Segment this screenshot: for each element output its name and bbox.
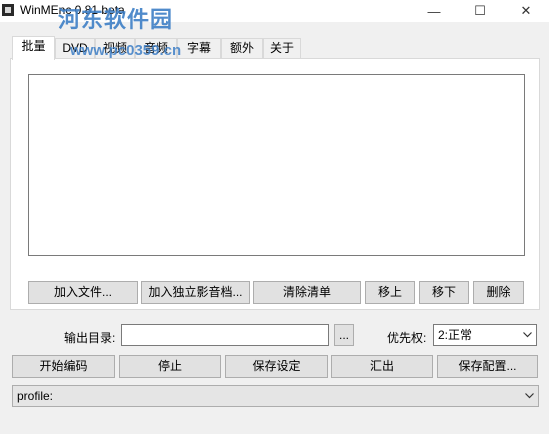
- watermark-logo: 河东软件园: [58, 7, 174, 32]
- output-dir-input[interactable]: [121, 324, 329, 346]
- start-encoding-button[interactable]: 开始编码: [12, 355, 115, 378]
- clear-list-button[interactable]: 清除清单: [253, 281, 361, 304]
- batch-file-list[interactable]: [28, 74, 525, 256]
- save-settings-button[interactable]: 保存设定: [225, 355, 328, 378]
- minimize-icon: —: [427, 3, 441, 19]
- chevron-down-icon: [522, 325, 532, 345]
- chevron-down-icon: [524, 386, 534, 406]
- watermark-url: www.pc0359.cn: [70, 42, 182, 59]
- tab-extra[interactable]: 额外: [221, 38, 263, 58]
- add-file-button[interactable]: 加入文件...: [28, 281, 138, 304]
- move-up-button[interactable]: 移上: [365, 281, 415, 304]
- export-button[interactable]: 汇出: [331, 355, 433, 378]
- priority-value: 2:正常: [438, 328, 473, 342]
- maximize-button[interactable]: ☐: [457, 0, 503, 22]
- delete-button[interactable]: 删除: [473, 281, 524, 304]
- app-icon[interactable]: [2, 4, 14, 16]
- save-config-button[interactable]: 保存配置...: [437, 355, 538, 378]
- priority-select[interactable]: 2:正常: [433, 324, 537, 346]
- tab-subtitle[interactable]: 字幕: [177, 38, 221, 58]
- minimize-button[interactable]: —: [411, 0, 457, 22]
- browse-output-button[interactable]: ...: [334, 324, 354, 346]
- close-button[interactable]: ✕: [503, 0, 549, 22]
- priority-label: 优先权:: [387, 331, 427, 345]
- output-dir-label: 输出目录:: [64, 331, 116, 345]
- profile-value: profile:: [17, 389, 54, 403]
- add-standalone-media-button[interactable]: 加入独立影音档...: [141, 281, 250, 304]
- profile-select[interactable]: profile:: [12, 385, 539, 407]
- maximize-icon: ☐: [474, 3, 486, 18]
- tab-about[interactable]: 关于: [263, 38, 301, 58]
- stop-button[interactable]: 停止: [119, 355, 221, 378]
- move-down-button[interactable]: 移下: [419, 281, 469, 304]
- tab-batch[interactable]: 批量: [12, 36, 55, 60]
- close-icon: ✕: [520, 3, 532, 18]
